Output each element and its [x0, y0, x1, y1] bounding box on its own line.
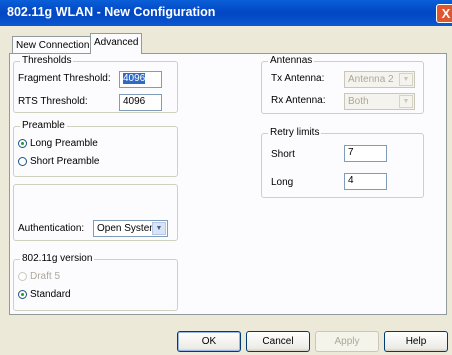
tab-new-connection[interactable]: New Connection	[12, 36, 94, 53]
authentication-select[interactable]: Open System ▼	[93, 220, 168, 237]
retry-short-label: Short	[271, 149, 295, 160]
preamble-legend: Preamble	[20, 120, 67, 131]
retry-long-label: Long	[271, 177, 294, 188]
cancel-button[interactable]: Cancel	[246, 331, 310, 352]
preamble-group: Preamble Long Preamble Short Preamble	[13, 120, 178, 177]
rx-antenna-label: Rx Antenna:	[271, 95, 326, 106]
apply-button[interactable]: Apply	[315, 331, 379, 352]
close-button[interactable]: X	[436, 4, 452, 23]
tx-antenna-select[interactable]: Antenna 2 ▼	[344, 71, 415, 88]
thresholds-legend: Thresholds	[20, 55, 74, 66]
retry-limits-legend: Retry limits	[268, 127, 322, 138]
rts-threshold-input[interactable]: 4096	[119, 94, 162, 111]
radio-unselected-icon	[18, 156, 27, 166]
retry-short-input[interactable]: 7	[344, 145, 387, 162]
tab-advanced[interactable]: Advanced	[90, 33, 143, 54]
authentication-group: Authentication: Open System ▼	[13, 184, 178, 241]
radio-unselected-icon	[18, 271, 27, 281]
ok-button[interactable]: OK	[177, 331, 241, 352]
fragment-threshold-label: Fragment Threshold:	[18, 73, 111, 84]
chevron-down-icon: ▼	[399, 73, 413, 86]
antennas-group: Antennas Tx Antenna: Antenna 2 ▼ Rx Ante…	[261, 55, 424, 114]
authentication-label: Authentication:	[18, 223, 85, 234]
chevron-down-icon: ▼	[152, 222, 166, 235]
rx-antenna-select[interactable]: Both ▼	[344, 93, 415, 110]
short-preamble-radio[interactable]: Short Preamble	[18, 156, 99, 167]
radio-selected-icon	[18, 138, 27, 148]
antennas-legend: Antennas	[268, 55, 315, 66]
radio-selected-icon	[18, 289, 27, 299]
fragment-threshold-input[interactable]: 4096	[119, 71, 162, 88]
version-group: 802.11g version Draft 5 Standard	[13, 253, 178, 311]
advanced-panel: Thresholds Fragment Threshold: 4096 RTS …	[9, 53, 447, 315]
draft5-radio[interactable]: Draft 5	[18, 271, 60, 282]
retry-limits-group: Retry limits Short 7 Long 4	[261, 127, 424, 198]
standard-radio[interactable]: Standard	[18, 289, 71, 300]
window-title: 802.11g WLAN - New Configuration	[7, 5, 216, 19]
title-bar: 802.11g WLAN - New Configuration X	[0, 0, 452, 26]
retry-long-input[interactable]: 4	[344, 173, 387, 190]
thresholds-group: Thresholds Fragment Threshold: 4096 RTS …	[13, 55, 178, 113]
help-button[interactable]: Help	[384, 331, 448, 352]
version-legend: 802.11g version	[20, 253, 95, 264]
tx-antenna-label: Tx Antenna:	[271, 73, 325, 84]
rts-threshold-label: RTS Threshold:	[18, 96, 88, 107]
chevron-down-icon: ▼	[399, 95, 413, 108]
long-preamble-radio[interactable]: Long Preamble	[18, 138, 98, 149]
